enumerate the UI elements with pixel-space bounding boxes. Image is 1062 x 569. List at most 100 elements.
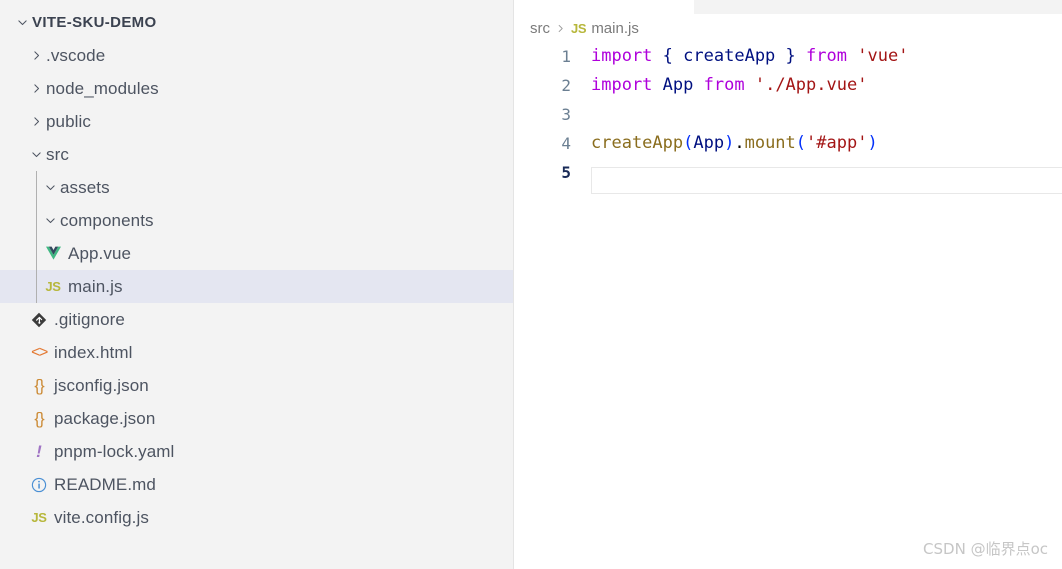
code-token: .	[734, 133, 745, 153]
tree-item-label: App.vue	[68, 243, 132, 263]
yaml-file-icon: !	[36, 441, 42, 461]
editor-pane: src JS main.js 1 import { createApp } fro…	[514, 0, 1062, 569]
code-token: import	[591, 46, 653, 66]
tree-item-label: main.js	[68, 276, 123, 296]
breadcrumb: src JS main.js	[514, 14, 1062, 42]
explorer-sidebar: VITE-SKU-DEMO .vscode node_modulespublic sr…	[0, 0, 514, 569]
chevron-right-icon[interactable]	[26, 112, 46, 132]
vue-file-icon	[42, 244, 64, 264]
code-editor[interactable]: 1 import { createApp } from 'vue' 2 import …	[514, 42, 1062, 194]
chevron-down-icon[interactable]	[40, 178, 60, 198]
js-file-icon: JS	[571, 20, 587, 36]
tree-item-label: jsconfig.json	[54, 375, 149, 395]
tab-main-js[interactable]	[514, 0, 694, 14]
chevron-down-icon[interactable]	[12, 13, 32, 33]
code-token: {	[662, 46, 673, 66]
watermark: CSDN @临界点oc	[923, 540, 1048, 558]
code-token: )	[867, 133, 878, 153]
code-token: from	[806, 46, 847, 66]
line-number: 3	[561, 105, 571, 124]
chevron-down-icon[interactable]	[40, 211, 60, 231]
code-token: (	[795, 133, 807, 153]
code-token: }	[785, 46, 796, 66]
html-file-icon: <>	[31, 343, 48, 361]
code-token: App	[662, 75, 694, 95]
code-token: mount	[744, 133, 796, 153]
tree-file-app-vue[interactable]: App.vue	[0, 237, 513, 270]
tree-folder-node_modules[interactable]: node_modules	[0, 72, 513, 105]
code-line-4[interactable]: 4 createApp(App).mount('#app')	[514, 129, 1062, 158]
js-file-icon: JS	[31, 510, 47, 525]
tab-bar	[514, 0, 1062, 14]
js-file-icon: JS	[45, 279, 61, 294]
json-file-icon: {}	[34, 375, 44, 395]
code-line-3[interactable]: 3	[514, 100, 1062, 129]
tree-item-label: .gitignore	[54, 309, 125, 329]
tree-file-readme-md[interactable]: README.md	[0, 468, 513, 501]
git-file-icon	[28, 310, 50, 330]
tree-item-label: pnpm-lock.yaml	[54, 441, 175, 461]
tree-folder-components[interactable]: components	[0, 204, 513, 237]
code-token: App	[693, 133, 725, 153]
markdown-info-icon	[28, 475, 50, 495]
breadcrumb-folder[interactable]: src	[530, 20, 550, 37]
line-number: 4	[561, 134, 571, 153]
tree-file-main-js[interactable]: JS main.js	[0, 270, 513, 303]
tree-file--gitignore[interactable]: .gitignore	[0, 303, 513, 336]
code-token: )	[724, 133, 735, 153]
tree-root-vite-sku-demo[interactable]: VITE-SKU-DEMO	[0, 6, 513, 39]
chevron-right-icon[interactable]	[26, 46, 46, 66]
tree-item-label: assets	[60, 177, 110, 197]
tree-item-label: VITE-SKU-DEMO	[32, 14, 157, 31]
line-content[interactable]: createApp(App).mount('#app')	[591, 129, 1062, 158]
code-token: import	[591, 75, 653, 95]
tree-folder-src[interactable]: src	[0, 138, 513, 171]
tree-item-label: .vscode	[46, 45, 106, 65]
line-content[interactable]: import { createApp } from 'vue'	[591, 42, 1062, 71]
line-number: 1	[561, 47, 571, 66]
tree-file-index-html[interactable]: <> index.html	[0, 336, 513, 369]
tree-file-package-json[interactable]: {} package.json	[0, 402, 513, 435]
file-tree: VITE-SKU-DEMO .vscode node_modulespublic sr…	[0, 0, 513, 534]
chevron-down-icon[interactable]	[26, 145, 46, 165]
line-number: 5	[561, 163, 571, 182]
code-line-1[interactable]: 1 import { createApp } from 'vue'	[514, 42, 1062, 71]
code-token: './App.vue'	[754, 75, 868, 95]
code-token: createApp	[591, 133, 684, 153]
tree-file-pnpm-lock-yaml[interactable]: ! pnpm-lock.yaml	[0, 435, 513, 468]
tree-folder-public[interactable]: public	[0, 105, 513, 138]
tree-item-label: components	[60, 210, 154, 230]
tree-item-label: index.html	[54, 342, 133, 362]
code-token: '#app'	[806, 133, 868, 153]
code-line-2[interactable]: 2 import App from './App.vue'	[514, 71, 1062, 100]
breadcrumb-file[interactable]: main.js	[591, 20, 639, 37]
tree-item-label: package.json	[54, 408, 156, 428]
indent-guide	[36, 171, 37, 303]
code-token: (	[683, 133, 694, 153]
tree-file-vite-config-js[interactable]: JS vite.config.js	[0, 501, 513, 534]
vscode-window: VITE-SKU-DEMO .vscode node_modulespublic sr…	[0, 0, 1062, 569]
tree-item-label: node_modules	[46, 78, 159, 98]
line-number: 2	[561, 76, 571, 95]
tree-folder-vscode[interactable]: .vscode	[0, 39, 513, 72]
chevron-right-icon[interactable]	[26, 79, 46, 99]
json-file-icon: {}	[34, 408, 44, 428]
code-token: createApp	[683, 46, 776, 66]
tree-folder-assets[interactable]: assets	[0, 171, 513, 204]
tree-item-label: README.md	[54, 474, 156, 494]
code-token: 'vue'	[857, 46, 909, 66]
tree-item-label: public	[46, 111, 92, 131]
line-content[interactable]: import App from './App.vue'	[591, 71, 1062, 100]
tree-item-label: src	[46, 144, 69, 164]
chevron-right-icon	[555, 23, 566, 34]
tree-file-jsconfig-json[interactable]: {} jsconfig.json	[0, 369, 513, 402]
code-line-5[interactable]: 5	[514, 158, 1062, 194]
